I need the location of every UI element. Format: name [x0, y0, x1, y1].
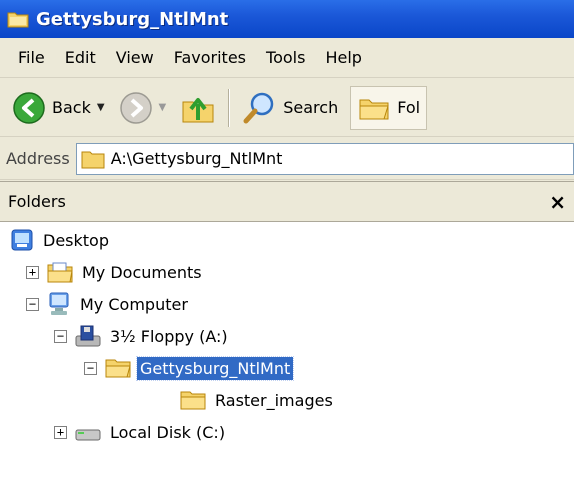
address-label: Address: [6, 149, 70, 168]
tree-item-floppy[interactable]: − 3½ Floppy (A:): [54, 320, 231, 352]
tree-item-label: Desktop: [43, 230, 109, 250]
folder-icon: [81, 151, 105, 168]
menu-help[interactable]: Help: [315, 44, 371, 71]
tree-item-label: 3½ Floppy (A:): [110, 326, 228, 346]
collapse-button[interactable]: −: [26, 297, 39, 311]
menu-bar: File Edit View Favorites Tools Help: [0, 38, 574, 78]
menu-file[interactable]: File: [8, 44, 55, 71]
back-button[interactable]: Back ▼: [8, 86, 109, 130]
tree-item-my-documents[interactable]: + My Documents: [26, 256, 205, 288]
address-value: A:\Gettysburg_NtlMnt: [110, 149, 283, 168]
menu-favorites[interactable]: Favorites: [164, 44, 256, 71]
documents-folder-icon: [47, 262, 73, 283]
menu-edit[interactable]: Edit: [55, 44, 106, 71]
tree-item-label: My Computer: [80, 294, 188, 314]
folders-button[interactable]: Fol: [350, 85, 428, 130]
tree-item-my-computer[interactable]: − My Computer: [26, 288, 191, 320]
folders-button-label: Fol: [397, 98, 421, 117]
tree-item-label: Raster_images: [215, 390, 333, 410]
forward-arrow-icon: [119, 91, 152, 124]
tree-item-local-disk[interactable]: + Local Disk (C:): [54, 416, 228, 448]
forward-button[interactable]: ▼: [115, 86, 171, 130]
tree-item-label: Local Disk (C:): [110, 422, 226, 442]
desktop-icon: [11, 229, 33, 251]
forward-dropdown-icon[interactable]: ▼: [159, 102, 167, 113]
close-icon[interactable]: ×: [549, 190, 566, 214]
folders-icon: [359, 99, 389, 119]
tree-item-desktop[interactable]: Desktop: [10, 224, 112, 256]
address-input[interactable]: A:\Gettysburg_NtlMnt: [75, 142, 574, 175]
folders-pane-title: Folders: [8, 192, 66, 211]
toolbar: Back ▼ ▼ Search Fol: [0, 79, 574, 137]
expand-button[interactable]: +: [26, 265, 39, 279]
hard-disk-icon: [75, 429, 101, 441]
folders-pane: Folders × Desktop + My Documents − My Co…: [0, 181, 574, 490]
tree-item-gettysburg[interactable]: − Gettysburg_NtlMnt: [84, 352, 295, 384]
tree-item-raster-images[interactable]: Raster_images: [180, 384, 336, 416]
back-arrow-icon: [13, 91, 45, 124]
up-folder-button[interactable]: [176, 86, 220, 130]
folders-pane-header: Folders ×: [0, 182, 574, 222]
address-bar: Address A:\Gettysburg_NtlMnt: [0, 138, 574, 180]
menu-view[interactable]: View: [106, 44, 164, 71]
tree-item-label: My Documents: [82, 262, 202, 282]
floppy-drive-icon: [75, 325, 101, 347]
open-folder-icon: [105, 359, 131, 378]
folder-icon: [180, 391, 206, 410]
menu-tools[interactable]: Tools: [256, 44, 315, 71]
window-title: Gettysburg_NtlMnt: [36, 8, 229, 30]
search-icon: [243, 92, 274, 123]
expand-button[interactable]: +: [54, 425, 67, 439]
back-dropdown-icon[interactable]: ▼: [97, 102, 105, 113]
back-button-label: Back: [52, 98, 91, 117]
toolbar-separator: [228, 88, 230, 127]
title-bar[interactable]: Gettysburg_NtlMnt: [0, 0, 574, 38]
folder-window-icon: [7, 12, 29, 28]
collapse-button[interactable]: −: [54, 329, 67, 343]
search-button-label: Search: [283, 98, 339, 117]
collapse-button[interactable]: −: [84, 361, 97, 375]
search-button[interactable]: Search: [237, 86, 342, 130]
computer-icon: [49, 292, 69, 315]
tree-item-label: Gettysburg_NtlMnt: [135, 355, 295, 381]
up-folder-icon: [182, 97, 214, 122]
